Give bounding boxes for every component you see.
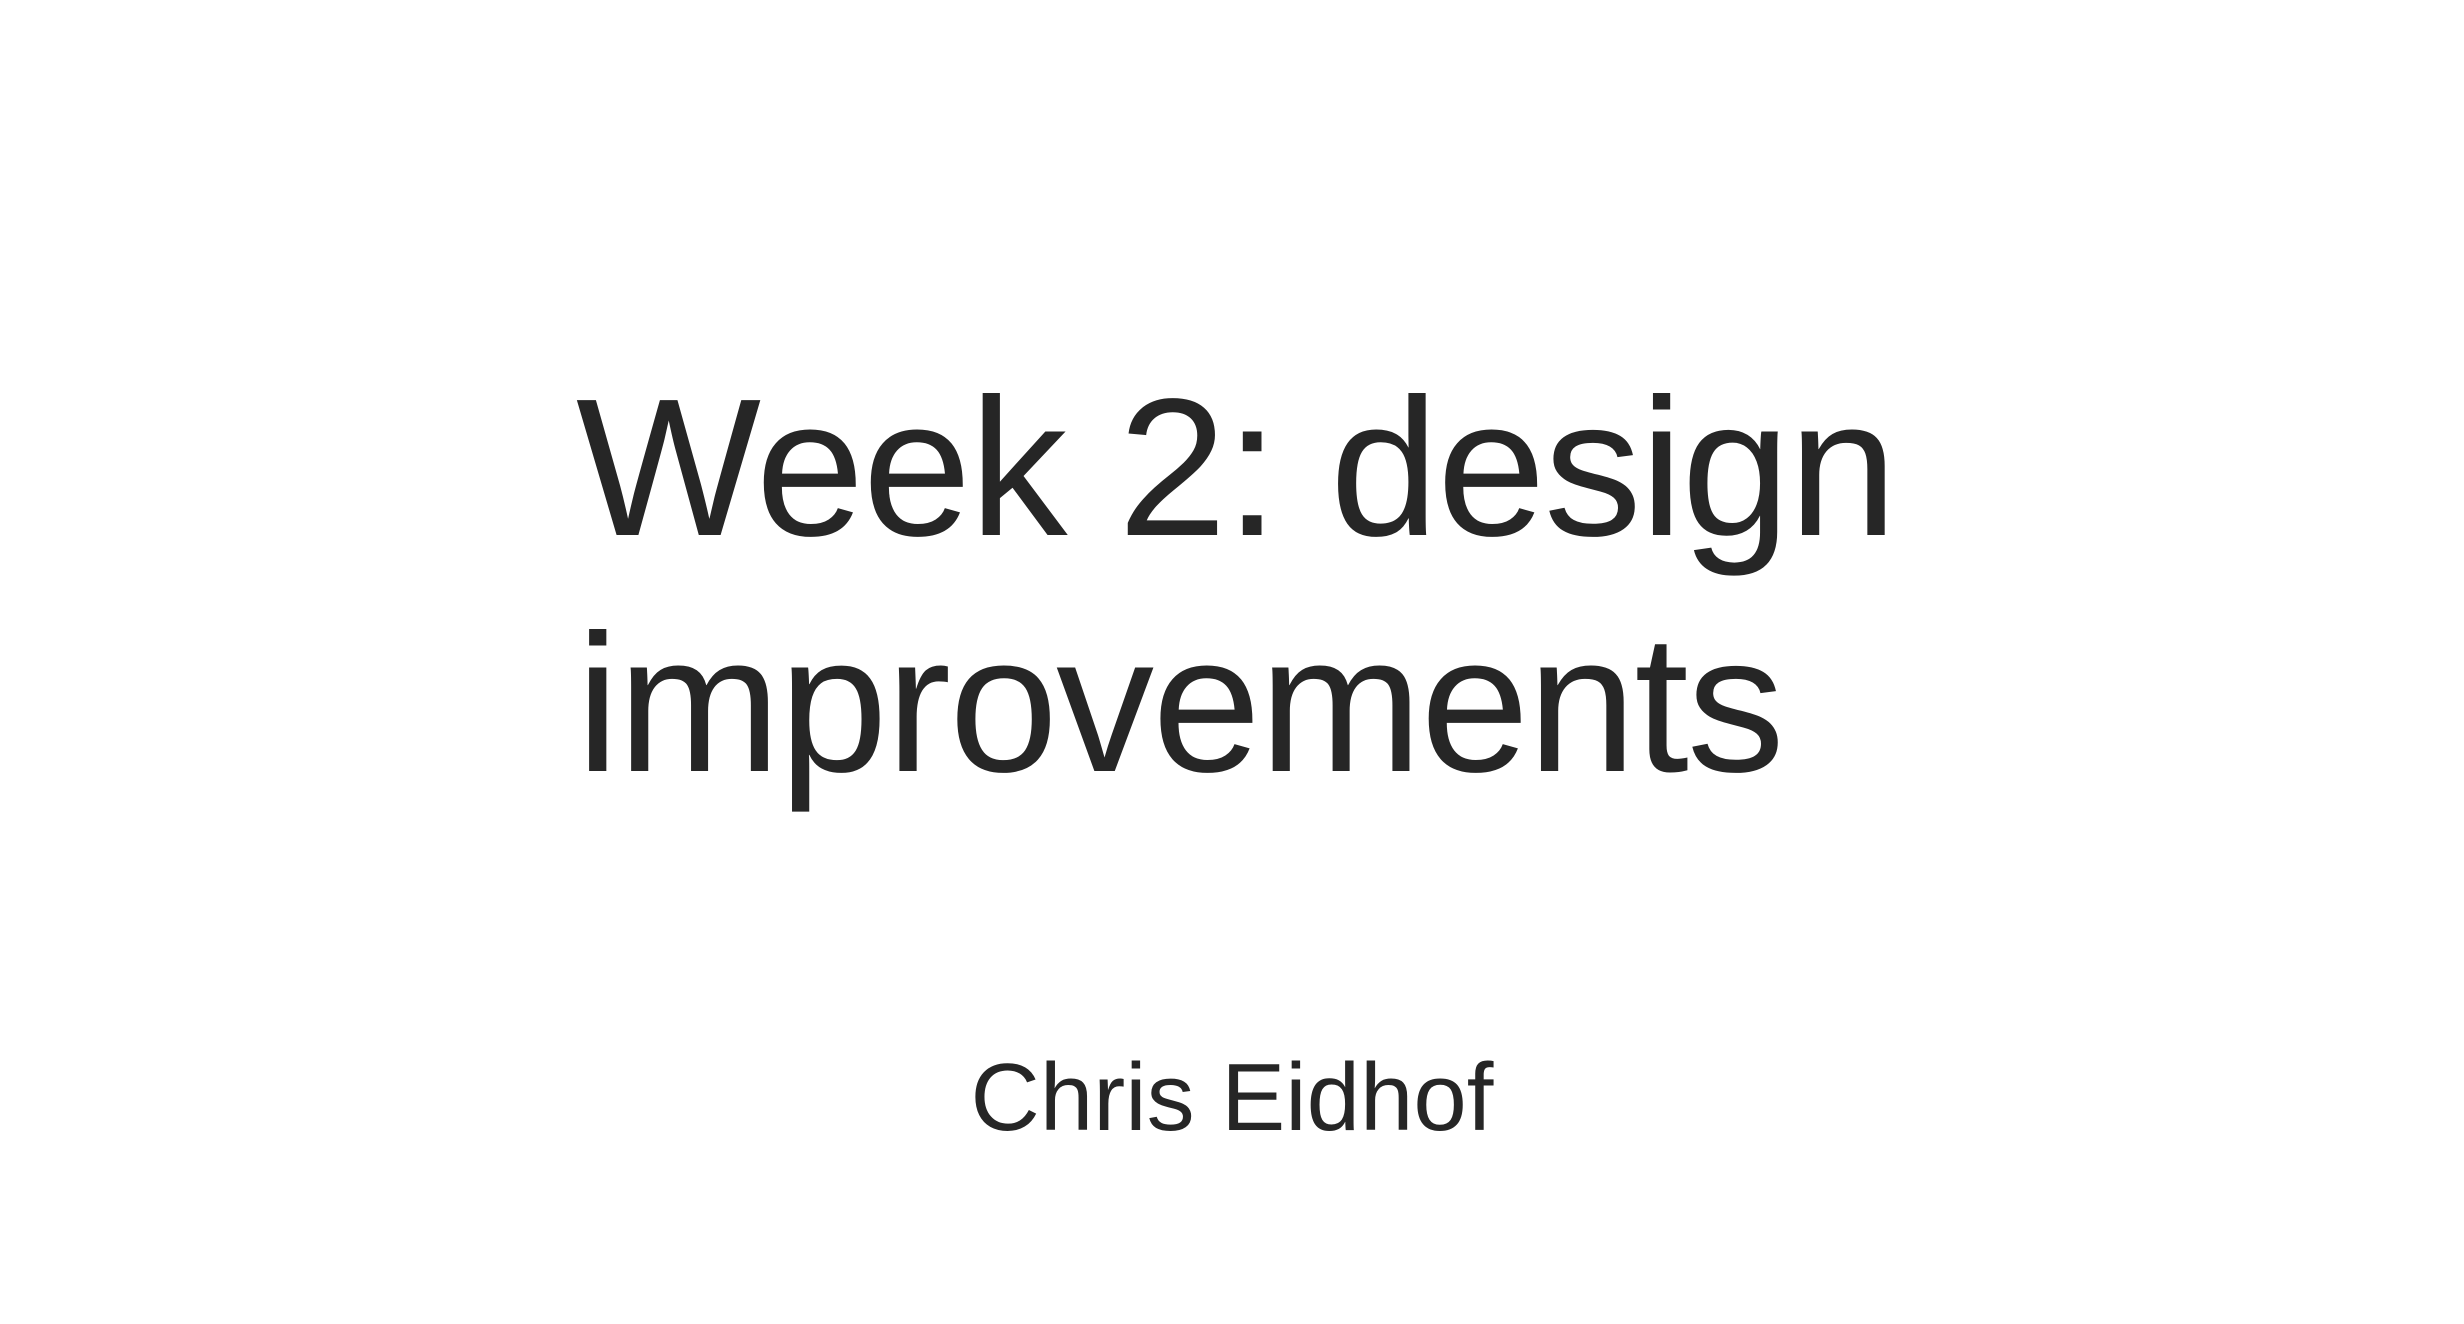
- slide-title: Week 2: design improvements: [576, 358, 1897, 813]
- presentation-slide: Week 2: design improvements Chris Eidhof: [0, 0, 2464, 1324]
- slide-author: Chris Eidhof: [970, 1044, 1494, 1151]
